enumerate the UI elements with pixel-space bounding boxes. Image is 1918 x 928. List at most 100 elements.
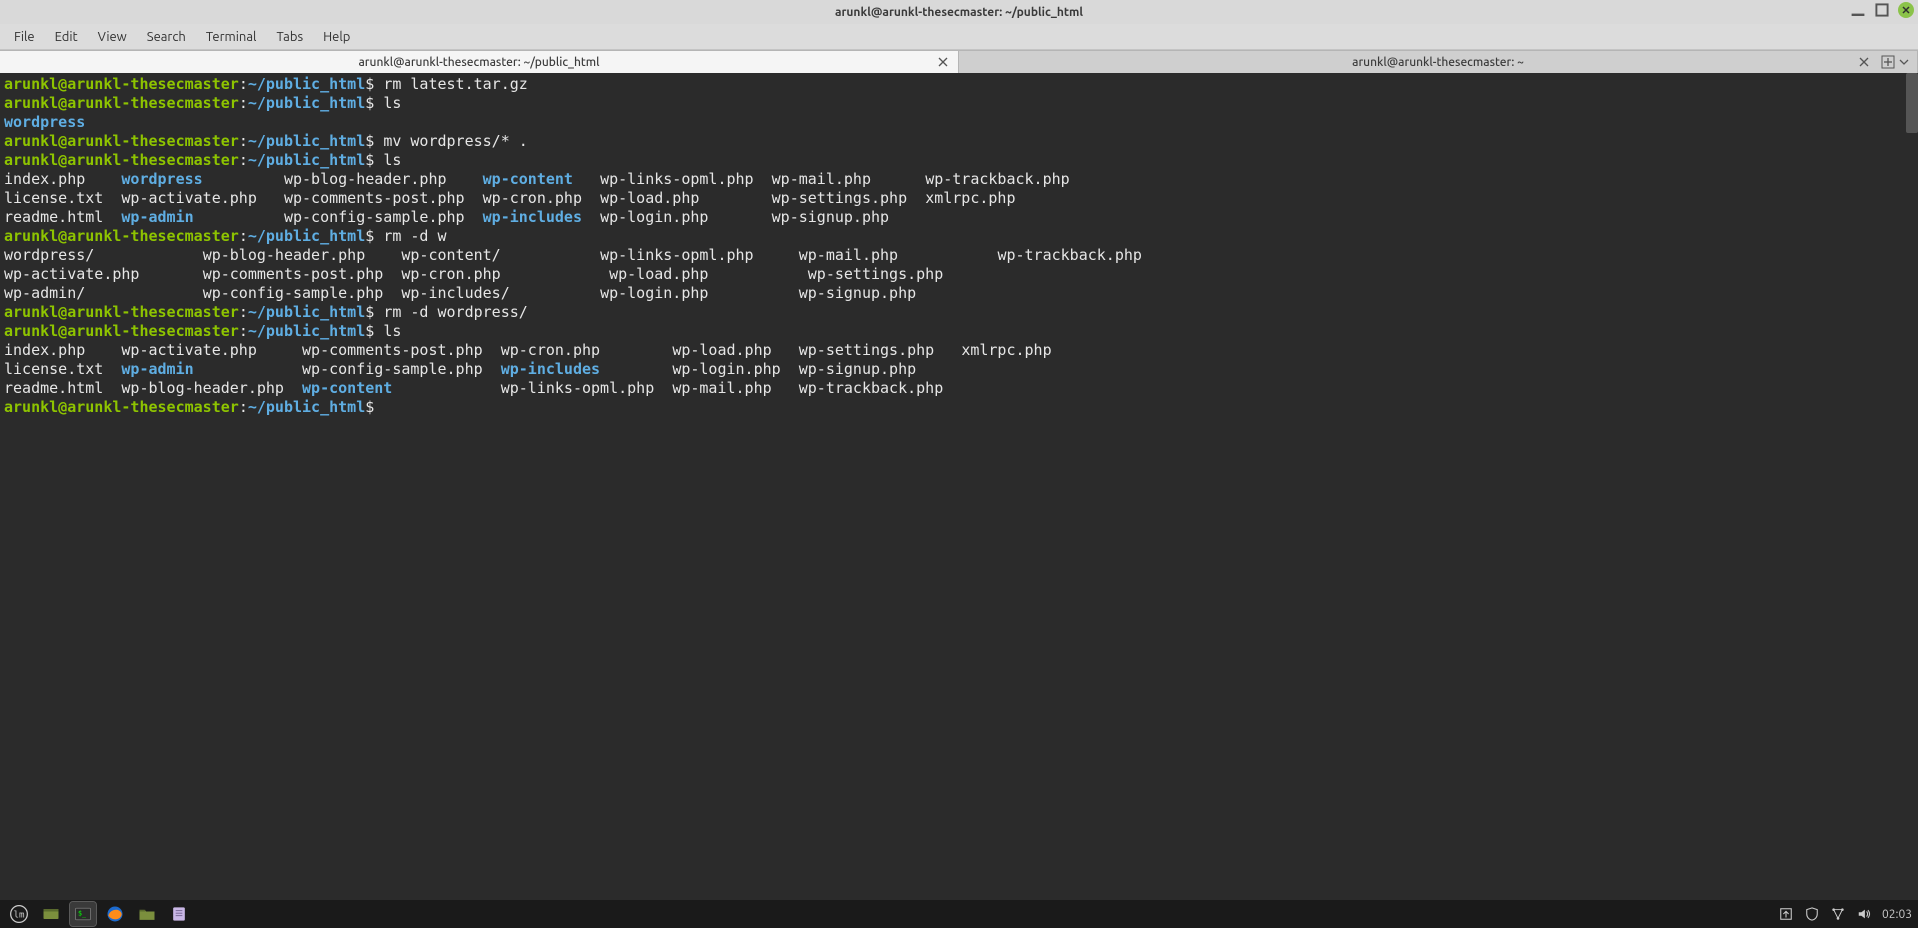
taskbar: lm $_ 02:03: [0, 900, 1918, 928]
window-titlebar: arunkl@arunkl-thesecmaster: ~/public_htm…: [0, 0, 1918, 24]
tab-completion: wp-links-opml.php: [600, 246, 754, 264]
taskbar-left: lm $_: [6, 902, 192, 926]
taskbar-terminal-icon[interactable]: $_: [70, 902, 96, 926]
prompt-dollar: $: [365, 151, 383, 169]
window-close-button[interactable]: [1898, 2, 1914, 18]
ls-file: wp-mail.php: [772, 170, 871, 188]
ls-file: readme.html: [4, 379, 103, 397]
ls-file: wp-activate.php: [121, 189, 256, 207]
menu-search[interactable]: Search: [139, 28, 194, 46]
prompt-dollar: $: [365, 75, 383, 93]
ls-file: wp-config-sample.php: [302, 360, 483, 378]
prompt-dollar: $: [365, 94, 383, 112]
tab-completion: wp-signup.php: [799, 284, 916, 302]
tray-network-icon[interactable]: [1830, 906, 1846, 922]
tab-2[interactable]: arunkl@arunkl-thesecmaster: ~: [959, 50, 1918, 73]
tray-volume-icon[interactable]: [1856, 906, 1872, 922]
ls-file: wp-blog-header.php: [121, 379, 284, 397]
show-desktop-icon[interactable]: [38, 902, 64, 926]
terminal-view[interactable]: arunkl@arunkl-thesecmaster:~/public_html…: [0, 73, 1918, 901]
prompt-path: ~/public_html: [248, 94, 365, 112]
ls-file: wp-links-opml.php: [600, 170, 754, 188]
prompt-user: arunkl@arunkl-thesecmaster: [4, 75, 239, 93]
ls-file: index.php: [4, 341, 85, 359]
menubar: File Edit View Search Terminal Tabs Help: [0, 24, 1918, 50]
ls-file: wp-trackback.php: [799, 379, 944, 397]
ls-file: wp-blog-header.php: [284, 170, 447, 188]
ls-file: wp-load.php: [672, 341, 771, 359]
prompt-dollar: $: [365, 132, 383, 150]
prompt-path: ~/public_html: [248, 132, 365, 150]
tab-completion: wp-content/: [401, 246, 500, 264]
ls-dir: wp-content: [483, 170, 573, 188]
ls-file: wp-cron.php: [483, 189, 582, 207]
prompt-dollar: $: [365, 398, 383, 416]
menu-file[interactable]: File: [6, 28, 43, 46]
prompt-user: arunkl@arunkl-thesecmaster: [4, 132, 239, 150]
cmd-1: rm latest.tar.gz: [383, 75, 528, 93]
ls-dir: wordpress: [121, 170, 202, 188]
tab-completion: wp-activate.php: [4, 265, 139, 283]
tab-1[interactable]: arunkl@arunkl-thesecmaster: ~/public_htm…: [0, 50, 959, 73]
tabbar: arunkl@arunkl-thesecmaster: ~/public_htm…: [0, 50, 1918, 73]
taskbar-clock[interactable]: 02:03: [1882, 908, 1912, 921]
tab-completion: wp-includes/: [401, 284, 509, 302]
tab-completion: wp-config-sample.php: [203, 284, 384, 302]
ls-dir: wp-includes: [501, 360, 600, 378]
terminal-scrollbar[interactable]: [1906, 73, 1918, 901]
tab-1-close-icon[interactable]: [936, 55, 950, 69]
prompt-dollar: $: [365, 322, 383, 340]
ls-file: wp-signup.php: [799, 360, 916, 378]
cmd-2: ls: [383, 94, 401, 112]
taskbar-firefox-icon[interactable]: [102, 902, 128, 926]
ls-file: wp-comments-post.php: [284, 189, 465, 207]
tab-actions: [1881, 55, 1909, 69]
tab-dropdown-icon[interactable]: [1899, 57, 1909, 67]
ls-file: wp-settings.php: [772, 189, 907, 207]
menu-edit[interactable]: Edit: [47, 28, 86, 46]
tray-shield-icon[interactable]: [1804, 906, 1820, 922]
prompt-user: arunkl@arunkl-thesecmaster: [4, 398, 239, 416]
tab-new-icon[interactable]: [1881, 55, 1895, 69]
prompt-path: ~/public_html: [248, 151, 365, 169]
prompt-sep: :: [239, 75, 248, 93]
ls-file: xmlrpc.php: [925, 189, 1015, 207]
cmd-5: rm -d w: [383, 227, 446, 245]
ls-file: wp-login.php: [672, 360, 780, 378]
prompt-sep: :: [239, 398, 248, 416]
tab-2-close-icon[interactable]: [1857, 55, 1871, 69]
menu-view[interactable]: View: [90, 28, 135, 46]
menu-help[interactable]: Help: [315, 28, 358, 46]
ls-dir: wordpress: [4, 113, 85, 131]
tab-completion: wp-admin/: [4, 284, 85, 302]
prompt-user: arunkl@arunkl-thesecmaster: [4, 227, 239, 245]
ls-file: wp-cron.php: [501, 341, 600, 359]
terminal-output[interactable]: arunkl@arunkl-thesecmaster:~/public_html…: [0, 73, 1918, 419]
cmd-6: rm -d wordpress/: [383, 303, 528, 321]
ls-file: readme.html: [4, 208, 103, 226]
menu-tabs[interactable]: Tabs: [268, 28, 311, 46]
tab-completion: wp-mail.php: [799, 246, 898, 264]
cmd-3: mv wordpress/* .: [383, 132, 528, 150]
taskbar-right: 02:03: [1778, 906, 1912, 922]
window-minimize-button[interactable]: [1850, 2, 1866, 18]
taskbar-files-icon[interactable]: [134, 902, 160, 926]
window-maximize-button[interactable]: [1874, 2, 1890, 18]
prompt-sep: :: [239, 303, 248, 321]
ls-file: index.php: [4, 170, 85, 188]
prompt-sep: :: [239, 132, 248, 150]
tray-update-icon[interactable]: [1778, 906, 1794, 922]
prompt-path: ~/public_html: [248, 398, 365, 416]
ls-file: xmlrpc.php: [961, 341, 1051, 359]
menu-start-icon[interactable]: lm: [6, 902, 32, 926]
ls-file: wp-comments-post.php: [302, 341, 483, 359]
scrollbar-thumb[interactable]: [1906, 73, 1918, 133]
tab-completion: wp-blog-header.php: [203, 246, 366, 264]
prompt-sep: :: [239, 151, 248, 169]
ls-file: wp-activate.php: [121, 341, 256, 359]
prompt-dollar: $: [365, 227, 383, 245]
menu-terminal[interactable]: Terminal: [198, 28, 265, 46]
prompt-user: arunkl@arunkl-thesecmaster: [4, 322, 239, 340]
taskbar-notes-icon[interactable]: [166, 902, 192, 926]
prompt-path: ~/public_html: [248, 75, 365, 93]
